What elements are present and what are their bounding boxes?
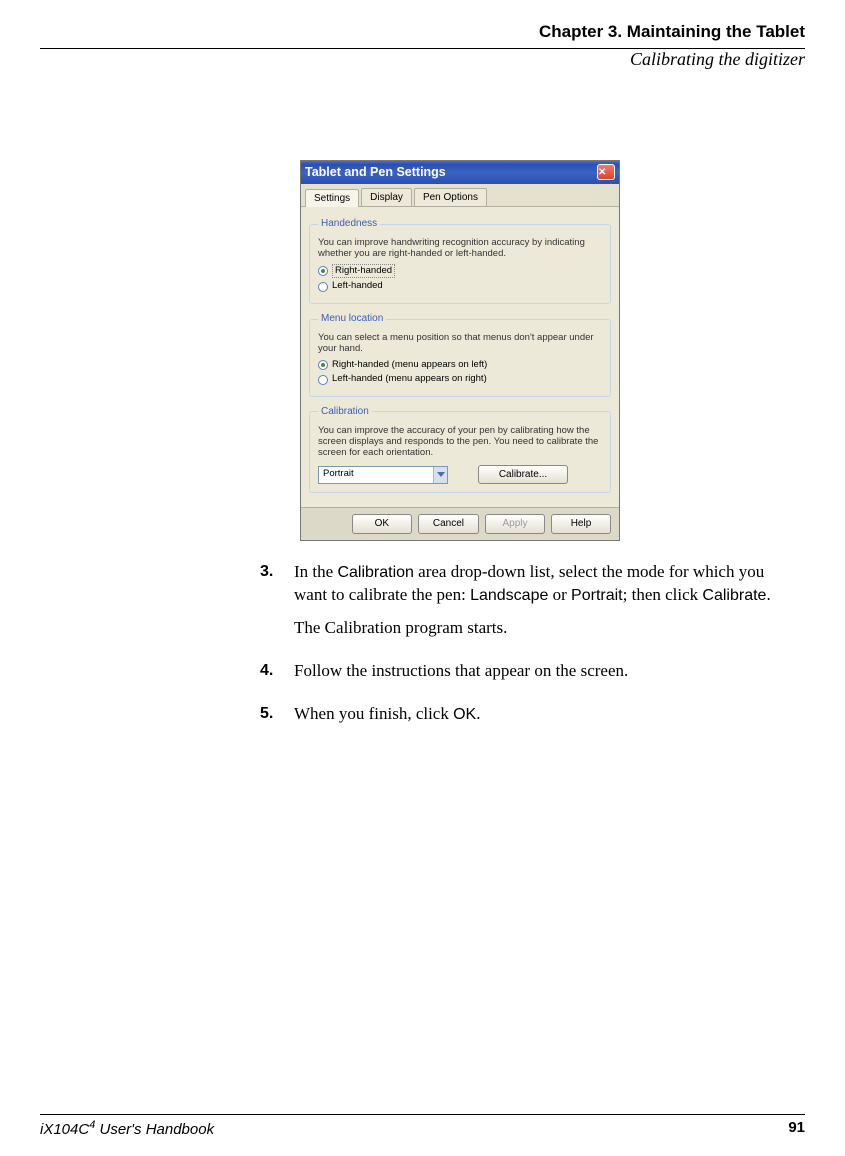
menu-right-label: Right-handed (menu appears on left) xyxy=(332,359,487,372)
calibration-desc: You can improve the accuracy of your pen… xyxy=(318,425,602,459)
term-ok: OK xyxy=(453,706,476,723)
menu-left-label: Left-handed (menu appears on right) xyxy=(332,373,487,386)
radio-selected-icon xyxy=(318,360,328,370)
step-3-text: In the Calibration area drop-down list, … xyxy=(294,561,795,607)
chevron-down-icon xyxy=(433,467,447,483)
radio-icon xyxy=(318,282,328,292)
calibration-group: Calibration You can improve the accuracy… xyxy=(309,405,611,493)
step-4: 4. Follow the instructions that appear o… xyxy=(260,660,795,693)
menu-right-radio[interactable]: Right-handed (menu appears on left) xyxy=(318,359,602,372)
main-content: Tablet and Pen Settings ✕ Settings Displ… xyxy=(260,160,795,736)
tab-bar: Settings Display Pen Options xyxy=(301,184,619,208)
step-3: 3. In the Calibration area drop-down lis… xyxy=(260,561,795,650)
help-button[interactable]: Help xyxy=(551,514,611,534)
close-button[interactable]: ✕ xyxy=(597,164,615,180)
step-4-text: Follow the instructions that appear on t… xyxy=(294,660,628,683)
chapter-title: Chapter 3. Maintaining the Tablet xyxy=(40,22,805,42)
menu-location-legend: Menu location xyxy=(318,312,386,326)
section-title: Calibrating the digitizer xyxy=(40,49,805,70)
term-calibration: Calibration xyxy=(337,564,413,581)
handedness-group: Handedness You can improve handwriting r… xyxy=(309,217,611,304)
cancel-button[interactable]: Cancel xyxy=(418,514,479,534)
dialog-screenshot: Tablet and Pen Settings ✕ Settings Displ… xyxy=(300,160,795,541)
term-portrait: Portrait xyxy=(571,587,623,604)
calibration-legend: Calibration xyxy=(318,405,372,419)
dialog-footer: OK Cancel Apply Help xyxy=(301,507,619,540)
step-4-body: Follow the instructions that appear on t… xyxy=(294,660,628,693)
handedness-right-label: Right-handed xyxy=(332,264,395,279)
handedness-left-label: Left-handed xyxy=(332,280,383,293)
book-title: iX104C4 User's Handbook xyxy=(40,1119,214,1138)
dialog-body: Handedness You can improve handwriting r… xyxy=(301,207,619,507)
page-header: Chapter 3. Maintaining the Tablet Calibr… xyxy=(40,22,805,70)
tablet-pen-settings-dialog: Tablet and Pen Settings ✕ Settings Displ… xyxy=(300,160,620,541)
calibrate-button[interactable]: Calibrate... xyxy=(478,465,568,485)
step-3-body: In the Calibration area drop-down list, … xyxy=(294,561,795,650)
step-5: 5. When you finish, click OK. xyxy=(260,703,795,736)
step-3-p2: The Calibration program starts. xyxy=(294,617,795,640)
radio-icon xyxy=(318,375,328,385)
tab-pen-options[interactable]: Pen Options xyxy=(414,188,487,207)
menu-location-desc: You can select a menu position so that m… xyxy=(318,332,602,355)
term-calibrate: Calibrate xyxy=(702,587,766,604)
page-number: 91 xyxy=(788,1119,805,1138)
menu-location-group: Menu location You can select a menu posi… xyxy=(309,312,611,397)
step-4-number: 4. xyxy=(260,660,294,693)
footer-rule xyxy=(40,1114,805,1115)
apply-button[interactable]: Apply xyxy=(485,514,545,534)
menu-left-radio[interactable]: Left-handed (menu appears on right) xyxy=(318,373,602,386)
dialog-titlebar: Tablet and Pen Settings ✕ xyxy=(301,161,619,184)
dialog-title: Tablet and Pen Settings xyxy=(305,164,597,181)
orientation-selected: Portrait xyxy=(323,468,433,481)
step-5-text: When you finish, click OK. xyxy=(294,703,480,726)
handedness-desc: You can improve handwriting recognition … xyxy=(318,237,602,260)
close-icon: ✕ xyxy=(598,166,614,180)
radio-selected-icon xyxy=(318,266,328,276)
page-footer: iX104C4 User's Handbook 91 xyxy=(40,1114,805,1138)
step-3-number: 3. xyxy=(260,561,294,650)
handedness-right-radio[interactable]: Right-handed xyxy=(318,264,602,279)
orientation-dropdown[interactable]: Portrait xyxy=(318,466,448,484)
step-5-number: 5. xyxy=(260,703,294,736)
term-landscape: Landscape xyxy=(470,587,548,604)
tab-display[interactable]: Display xyxy=(361,188,412,207)
handedness-left-radio[interactable]: Left-handed xyxy=(318,280,602,293)
handedness-legend: Handedness xyxy=(318,217,380,231)
ok-button[interactable]: OK xyxy=(352,514,412,534)
tab-settings[interactable]: Settings xyxy=(305,189,359,208)
step-5-body: When you finish, click OK. xyxy=(294,703,480,736)
